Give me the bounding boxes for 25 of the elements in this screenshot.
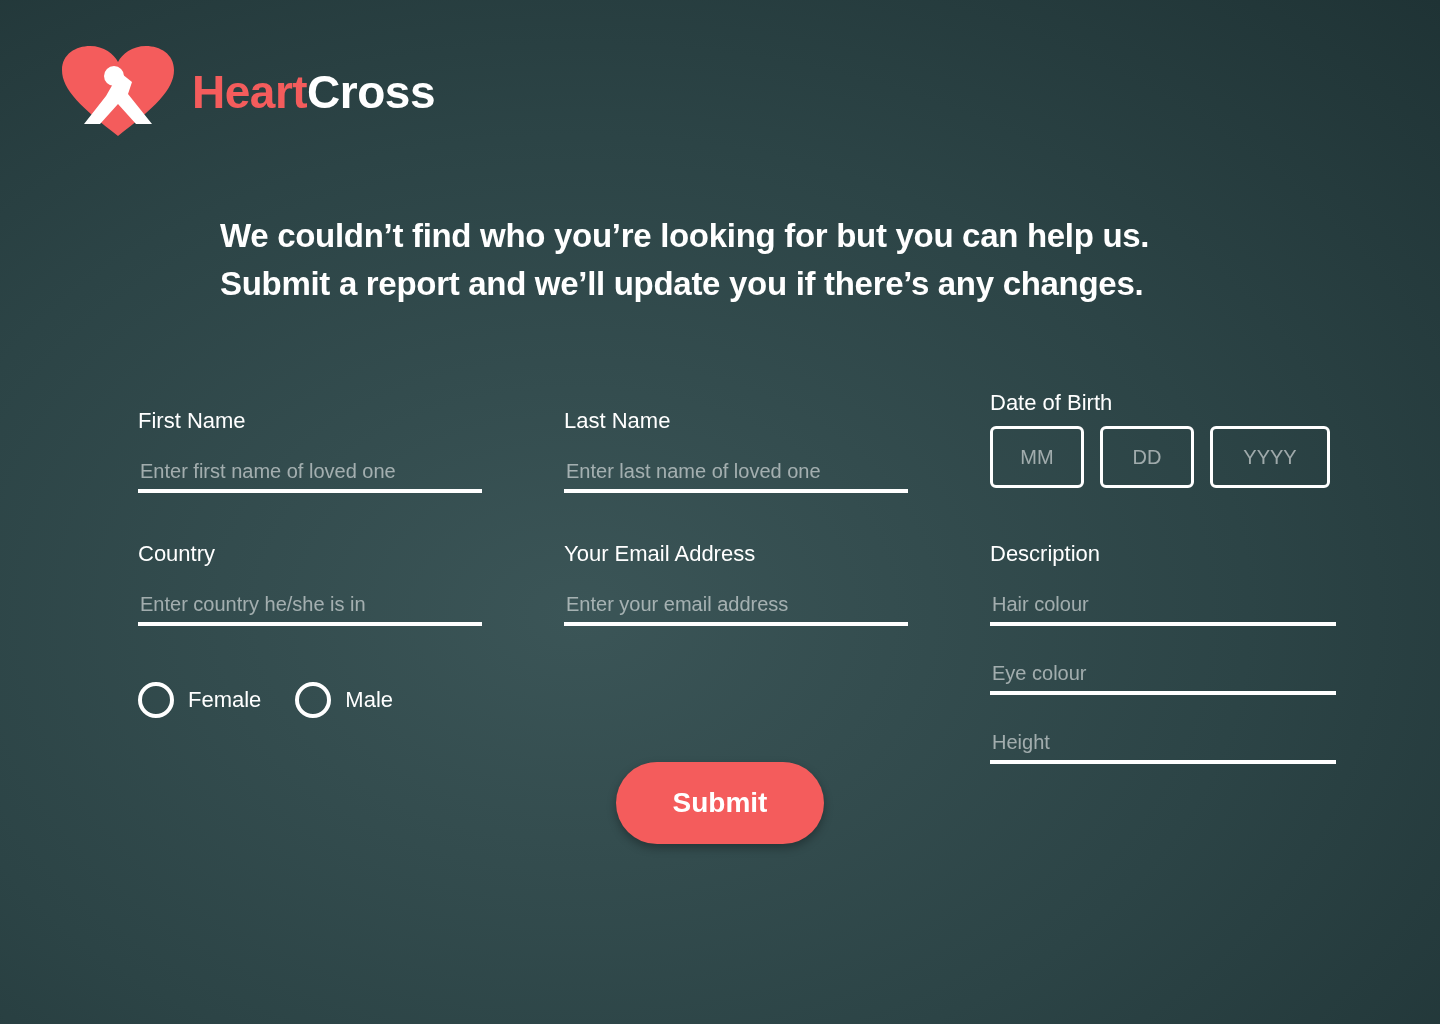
heart-logo-icon (62, 46, 174, 138)
radio-label: Female (188, 687, 262, 713)
text-input-field[interactable]: Eye colour (990, 662, 1336, 695)
field-label: Date of Birth (990, 390, 1114, 417)
heading-text: We couldn’t find who you’re looking for but you can help us. (220, 216, 1151, 256)
date-input-field[interactable]: YYYY (1210, 426, 1330, 488)
field-label: Country (138, 541, 217, 568)
text-input-field[interactable]: Enter country he/she is in (138, 593, 482, 626)
text-input-field[interactable]: Hair colour (990, 593, 1336, 626)
radio-button[interactable] (295, 682, 332, 718)
radio-button[interactable] (138, 682, 174, 718)
field-label: Your Email Address (564, 541, 757, 568)
field-label: First Name (138, 408, 247, 435)
radio-label: Male (345, 687, 394, 713)
text-input-field[interactable]: Enter first name of loved one (138, 460, 482, 493)
text-input-field[interactable]: Enter your email address (564, 593, 908, 626)
brand-name: HeartCross (192, 65, 435, 119)
text-input-field[interactable]: Enter last name of loved one (564, 460, 908, 493)
date-input-field[interactable]: MM (990, 426, 1084, 488)
field-label: Last Name (564, 408, 672, 435)
field-label: Description (990, 541, 1102, 568)
heading-text: Submit a report and we’ll update you if there’s any changes. (220, 264, 1145, 304)
date-input-field[interactable]: DD (1100, 426, 1194, 488)
submit-button[interactable]: Submit (616, 762, 824, 844)
text-input-field[interactable]: Height (990, 731, 1336, 764)
